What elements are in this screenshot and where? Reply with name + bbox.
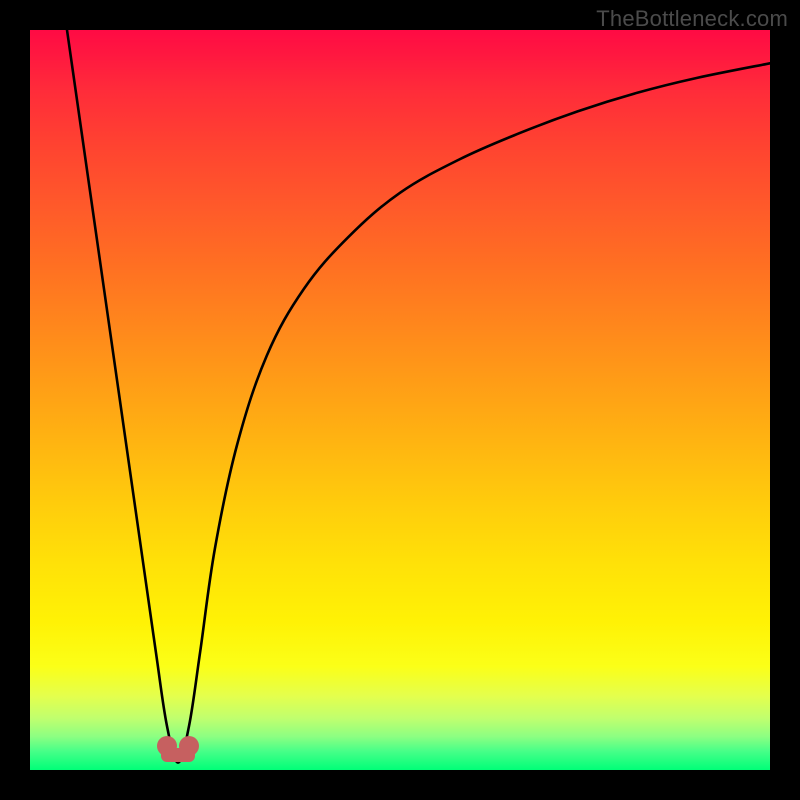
bottleneck-curve <box>30 30 770 770</box>
watermark-text: TheBottleneck.com <box>596 6 788 32</box>
chart-frame: TheBottleneck.com <box>0 0 800 800</box>
plot-area <box>30 30 770 770</box>
minimum-marker-bridge <box>161 748 195 762</box>
